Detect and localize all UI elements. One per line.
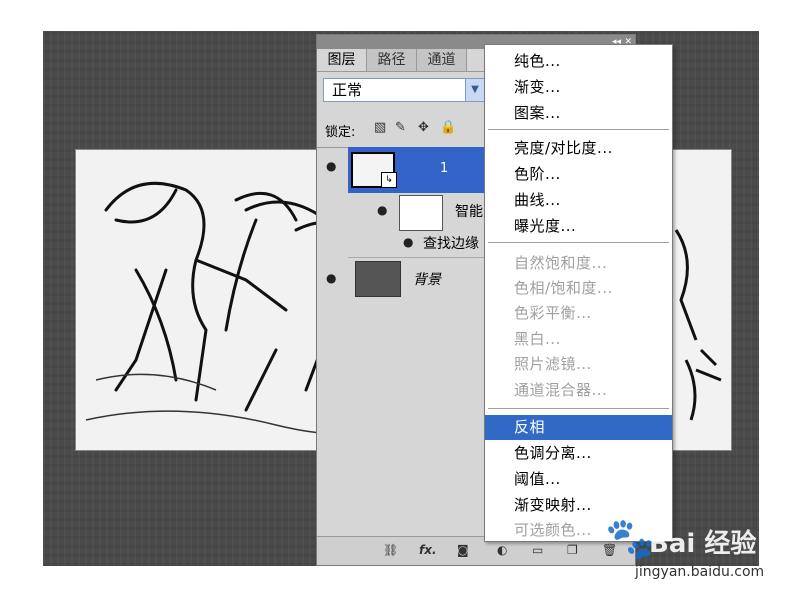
watermark-brand: Bai 经验 xyxy=(649,529,757,559)
lock-transparent-icon[interactable]: ▧ xyxy=(374,120,386,135)
menu-item-posterize[interactable]: 色调分离... xyxy=(485,441,672,466)
tab-paths[interactable]: 路径 xyxy=(367,49,417,71)
menu-item-channel-mixer[interactable]: 通道混合器... xyxy=(485,378,672,403)
blend-mode-select[interactable]: 正常 ▼ xyxy=(323,78,485,102)
layer-row-1[interactable]: ↳ 1 xyxy=(348,147,488,193)
watermark-url: jingyan.baidu.com xyxy=(635,564,765,580)
menu-item-brightness-contrast[interactable]: 亮度/对比度... xyxy=(485,136,672,161)
blend-mode-value: 正常 xyxy=(332,81,363,99)
menu-item-vibrance[interactable]: 自然饱和度... xyxy=(485,251,672,276)
menu-item-levels[interactable]: 色阶... xyxy=(485,162,672,187)
tab-layers[interactable]: 图层 xyxy=(317,49,367,71)
menu-item-pattern[interactable]: 图案... xyxy=(485,101,672,126)
fx-icon[interactable]: fx. xyxy=(419,543,437,557)
smart-filter-visibility-eye-icon[interactable]: ● xyxy=(377,203,387,217)
menu-item-curves[interactable]: 曲线... xyxy=(485,188,672,213)
menu-item-black-white[interactable]: 黑白... xyxy=(485,327,672,352)
menu-item-color-balance[interactable]: 色彩平衡... xyxy=(485,301,672,326)
smart-filter-mask-thumbnail[interactable] xyxy=(399,195,443,231)
new-layer-icon[interactable]: ❐ xyxy=(567,543,578,557)
layer1-visibility-eye-icon[interactable]: ● xyxy=(326,159,336,173)
lock-move-icon[interactable]: ✥ xyxy=(418,120,429,135)
menu-separator xyxy=(488,242,669,243)
layer1-thumbnail: ↳ xyxy=(351,152,397,188)
tab-channels[interactable]: 通道 xyxy=(417,49,467,71)
background-layer-name[interactable]: 背景 xyxy=(413,269,441,289)
adjustment-layer-menu: 纯色... 渐变... 图案... 亮度/对比度... 色阶... 曲线... … xyxy=(484,44,673,542)
menu-item-gradient[interactable]: 渐变... xyxy=(485,75,672,100)
background-thumbnail xyxy=(355,261,401,297)
chevron-down-icon[interactable]: ▼ xyxy=(465,79,484,101)
paw-icon: 🐾 xyxy=(605,516,655,562)
lock-all-icon[interactable]: 🔒 xyxy=(440,120,456,135)
smart-filters-label: 智能 xyxy=(455,204,483,220)
mask-icon[interactable]: ◙ xyxy=(457,543,469,557)
group-icon[interactable]: ▭ xyxy=(532,543,543,557)
background-visibility-eye-icon[interactable]: ● xyxy=(326,271,336,285)
baidu-jingyan-watermark: 🐾 Bai 经验 jingyan.baidu.com xyxy=(605,515,795,595)
lock-label: 锁定: xyxy=(325,125,356,140)
menu-item-photo-filter[interactable]: 照片滤镜... xyxy=(485,352,672,377)
menu-item-threshold[interactable]: 阈值... xyxy=(485,467,672,492)
filter-visibility-eye-icon[interactable]: ● xyxy=(403,235,413,249)
menu-item-invert[interactable]: 反相 xyxy=(485,415,672,440)
menu-item-solid-color[interactable]: 纯色... xyxy=(485,49,672,74)
link-icon[interactable]: ⛓ xyxy=(383,543,398,557)
layer1-name: 1 xyxy=(440,161,449,176)
adjustment-icon[interactable]: ◐ xyxy=(497,543,507,557)
menu-separator xyxy=(488,129,669,130)
lock-brush-icon[interactable]: ✎ xyxy=(395,120,406,135)
menu-item-exposure[interactable]: 曝光度... xyxy=(485,214,672,239)
filter-find-edges[interactable]: 查找边缘 xyxy=(423,233,479,253)
layer-row-divider xyxy=(348,257,488,258)
smart-object-icon: ↳ xyxy=(381,172,397,188)
menu-item-hue-saturation[interactable]: 色相/饱和度... xyxy=(485,276,672,301)
menu-separator xyxy=(488,408,669,409)
